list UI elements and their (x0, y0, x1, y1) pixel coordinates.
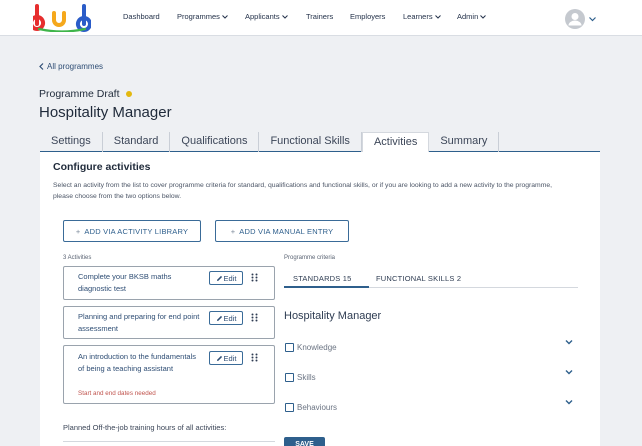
knowledge-checkbox[interactable] (285, 343, 294, 352)
save-button[interactable]: SAVE (284, 437, 325, 446)
activity-card[interactable]: Planning and preparing for end point ass… (63, 306, 275, 339)
add-via-library-button[interactable]: + ADD VIA ACTIVITY LIBRARY (63, 220, 201, 242)
criteria-row-knowledge[interactable]: Knowledge (285, 339, 575, 354)
behaviours-checkbox[interactable] (285, 403, 294, 412)
activities-count: 3 Activities (63, 255, 92, 261)
chevron-down-icon (434, 14, 441, 19)
drag-handle-icon[interactable] (251, 353, 258, 362)
chevron-down-icon[interactable] (589, 16, 596, 22)
nav-employers[interactable]: Employers (350, 12, 385, 21)
activity-title: Complete your BKSB maths diagnostic test (78, 272, 172, 293)
drag-handle-icon[interactable] (251, 273, 258, 282)
top-navigation-bar: Dashboard Programmes Applicants Trainers… (0, 0, 642, 36)
tab-standards[interactable]: STANDARDS 15 (293, 274, 352, 283)
nav-label: Admin (457, 12, 479, 21)
activity-title: Planning and preparing for end point ass… (78, 312, 200, 333)
chevron-down-icon[interactable] (565, 339, 573, 345)
activity-card[interactable]: An introduction to the fundamentals of b… (63, 345, 275, 404)
criteria-row-skills[interactable]: Skills (285, 369, 575, 384)
tab-summary[interactable]: Summary (429, 132, 500, 152)
programme-status: Programme Draft (39, 88, 132, 100)
pencil-icon (216, 275, 222, 281)
edit-label: Edit (223, 353, 237, 363)
tab-functional-skills-criteria[interactable]: FUNCTIONAL SKILLS 2 (376, 274, 461, 283)
chevron-down-icon[interactable] (565, 399, 573, 405)
status-text: Programme Draft (39, 88, 120, 100)
add-via-manual-entry-button[interactable]: + ADD VIA MANUAL ENTRY (215, 220, 349, 242)
button-label: ADD VIA MANUAL ENTRY (239, 226, 334, 236)
chevron-left-icon (39, 63, 44, 70)
chevron-down-icon (222, 14, 228, 19)
activity-card[interactable]: Complete your BKSB maths diagnostic test… (63, 266, 275, 300)
button-label: ADD VIA ACTIVITY LIBRARY (84, 226, 189, 236)
nav-admin[interactable]: Admin (457, 12, 487, 21)
user-avatar-icon[interactable] (565, 9, 585, 29)
criteria-row-label: Knowledge (297, 343, 337, 352)
activities-panel: Configure activities Select an activity … (40, 152, 600, 446)
planned-hours-label: Planned Off-the-job training hours of al… (63, 423, 227, 432)
programme-criteria-label: Programme criteria (284, 255, 336, 261)
skills-checkbox[interactable] (285, 373, 294, 382)
nav-label: Programmes (177, 12, 220, 21)
nav-programmes[interactable]: Programmes (177, 12, 228, 21)
active-tab-indicator (284, 286, 369, 288)
programme-tabs: Settings Standard Qualifications Functio… (40, 132, 600, 152)
tab-standard[interactable]: Standard (103, 132, 171, 152)
back-to-programmes-link[interactable]: All programmes (39, 62, 103, 71)
nav-label: Employers (350, 12, 386, 21)
chevron-down-icon (480, 14, 487, 19)
criteria-row-label: Behaviours (297, 403, 338, 412)
page-title: Hospitality Manager (39, 104, 172, 121)
tab-functional-skills[interactable]: Functional Skills (259, 132, 362, 152)
nav-label: Learners (403, 12, 433, 21)
edit-activity-button[interactable]: Edit (209, 351, 243, 365)
configure-description: Select an activity from the list to cove… (53, 182, 553, 200)
tab-activities[interactable]: Activities (361, 132, 430, 152)
standard-title: Hospitality Manager (284, 310, 382, 322)
drag-handle-icon[interactable] (251, 313, 258, 322)
tab-settings[interactable]: Settings (40, 132, 103, 152)
activity-title: An introduction to the fundamentals of b… (78, 352, 196, 373)
tab-qualifications[interactable]: Qualifications (170, 132, 260, 152)
nav-label: Trainers (306, 12, 334, 21)
divider (63, 441, 275, 442)
configure-heading: Configure activities (53, 161, 151, 173)
status-dot-icon (125, 91, 132, 97)
nav-dashboard[interactable]: Dashboard (123, 12, 160, 21)
plus-icon: + (75, 226, 81, 236)
chevron-down-icon[interactable] (565, 369, 573, 375)
bud-logo-icon[interactable] (33, 4, 91, 32)
pencil-icon (216, 355, 222, 361)
nav-label: Applicants (245, 12, 280, 21)
edit-activity-button[interactable]: Edit (209, 271, 243, 285)
criteria-row-behaviours[interactable]: Behaviours (285, 399, 575, 414)
nav-trainers[interactable]: Trainers (306, 12, 333, 21)
criteria-row-label: Skills (297, 373, 316, 382)
edit-label: Edit (223, 313, 237, 323)
edit-label: Edit (223, 273, 237, 283)
activity-warning: Start and end dates needed (78, 390, 156, 397)
pencil-icon (216, 315, 222, 321)
nav-learners[interactable]: Learners (403, 12, 441, 21)
back-link-label: All programmes (47, 62, 104, 71)
edit-activity-button[interactable]: Edit (209, 311, 243, 325)
plus-icon: + (230, 226, 236, 236)
nav-label: Dashboard (123, 12, 160, 21)
chevron-down-icon (281, 14, 288, 19)
nav-applicants[interactable]: Applicants (245, 12, 288, 21)
criteria-tabs: STANDARDS 15 FUNCTIONAL SKILLS 2 (284, 272, 578, 288)
